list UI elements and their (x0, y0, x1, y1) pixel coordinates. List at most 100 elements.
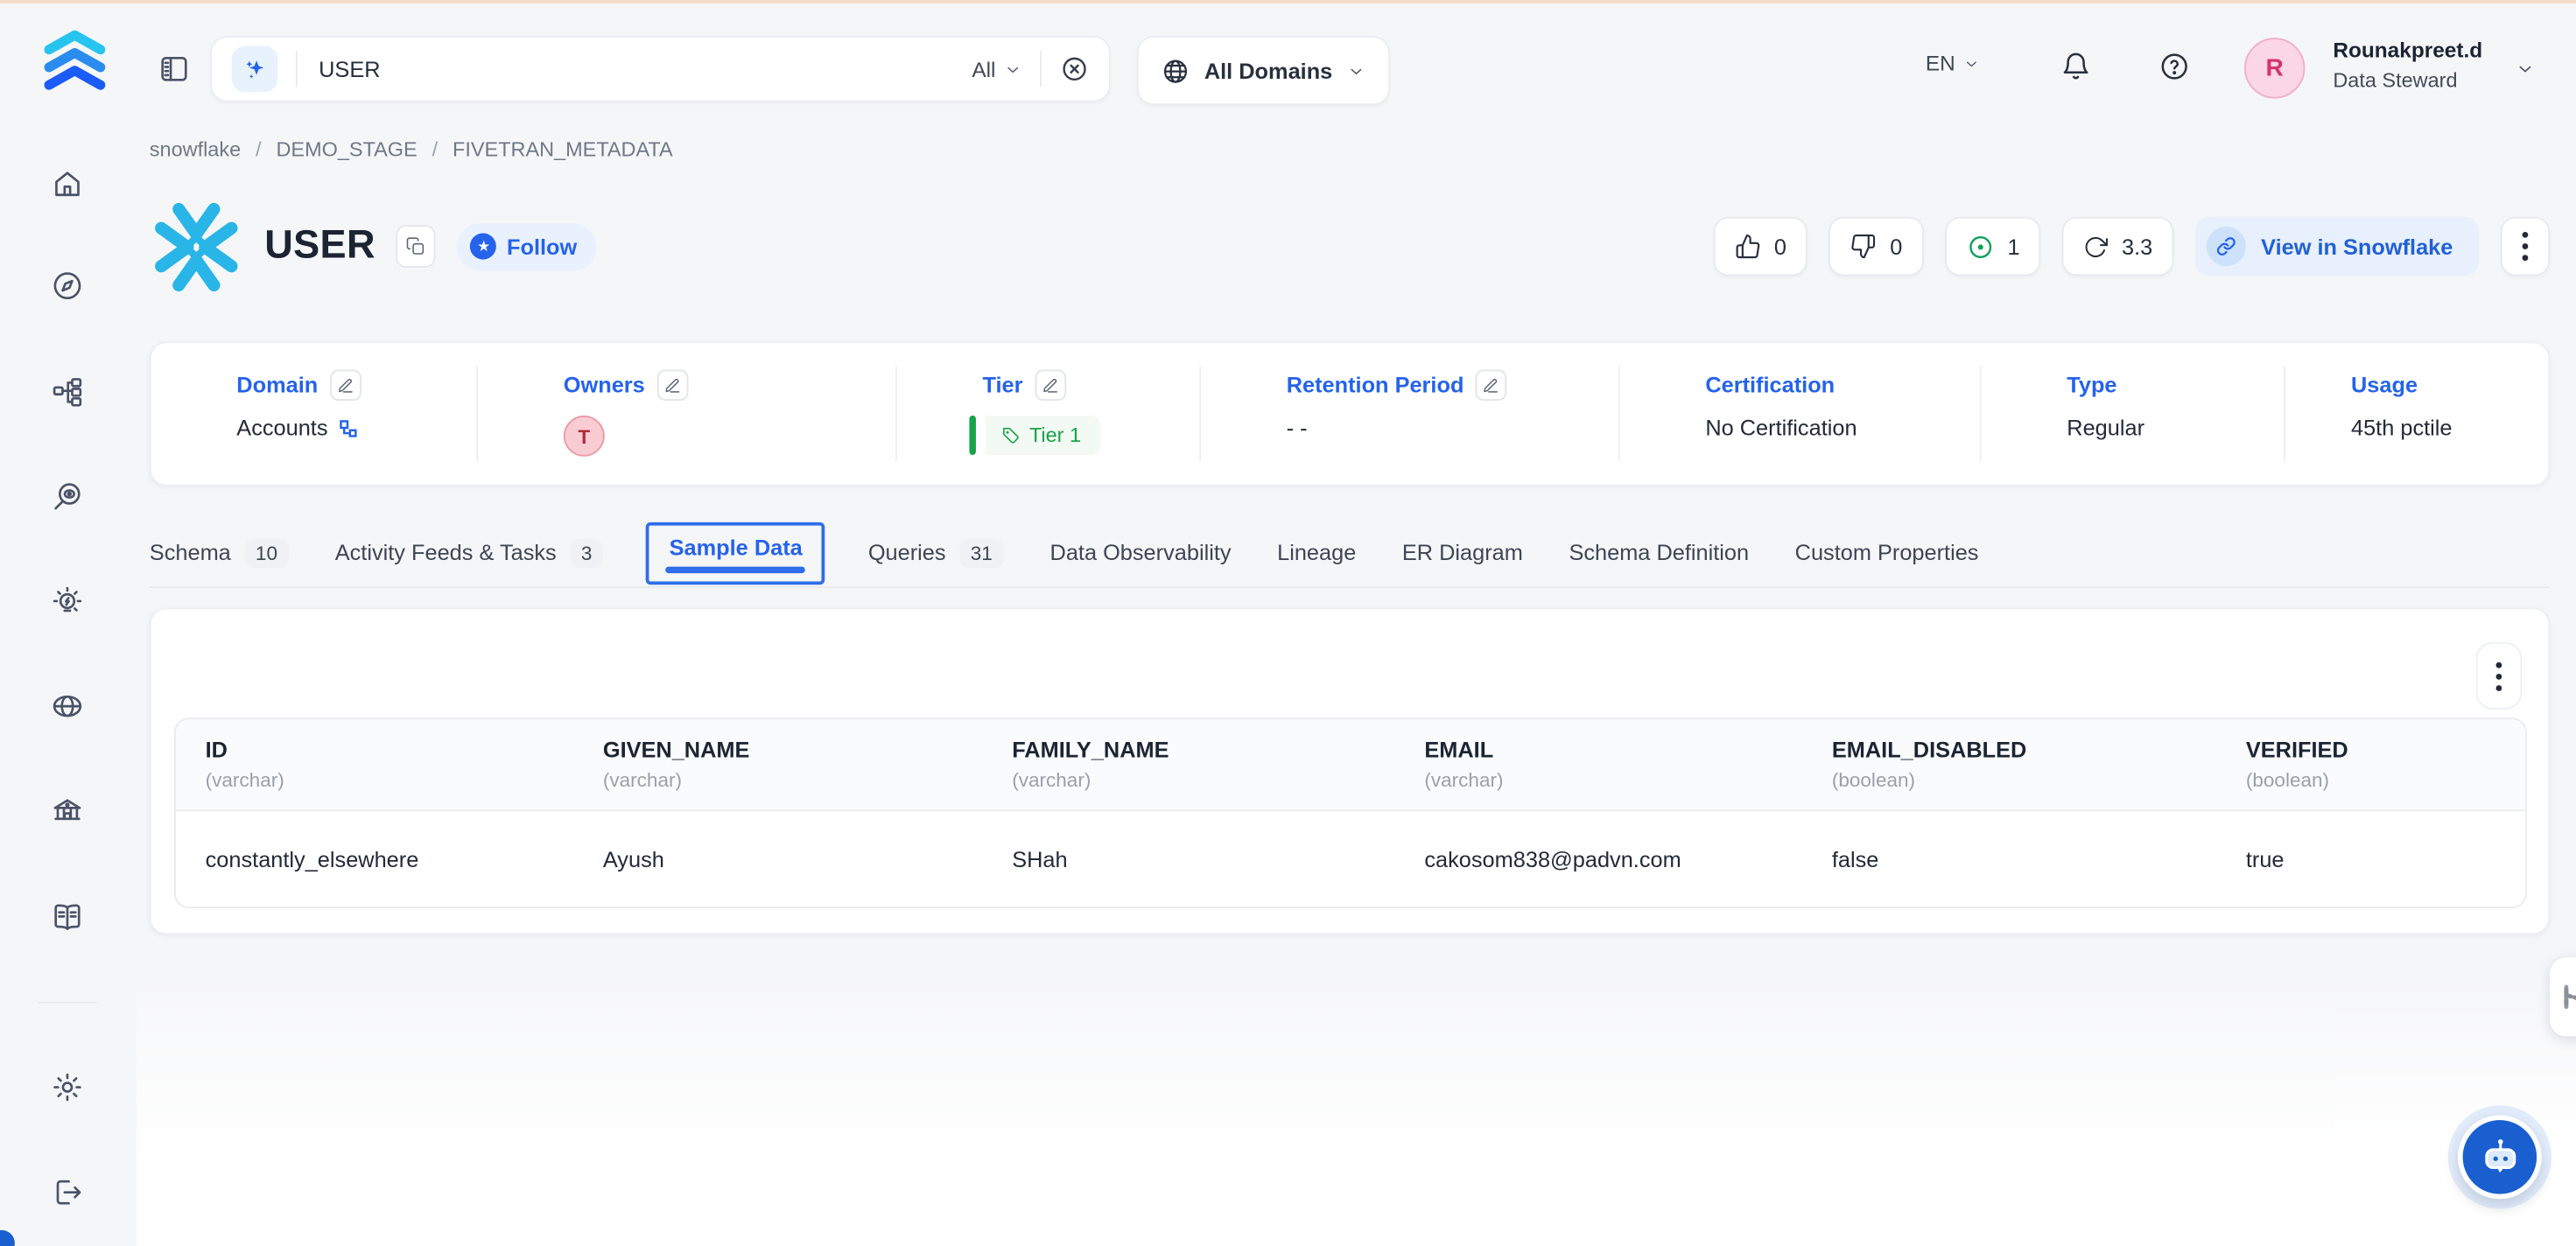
edit-domain-button[interactable] (329, 368, 361, 400)
chevron-down-icon (1963, 55, 1980, 72)
column-header-id[interactable]: ID(varchar) (176, 719, 573, 809)
sidebar-item-profiler[interactable] (51, 480, 84, 513)
sidebar-item-insights[interactable] (51, 584, 84, 618)
chat-assistant-button[interactable] (2458, 1115, 2542, 1199)
tab-queries[interactable]: Queries31 (868, 538, 1004, 568)
atlan-logo[interactable] (36, 26, 113, 108)
sidebar-item-domains[interactable] (51, 690, 84, 723)
column-name: EMAIL (1424, 738, 1802, 762)
search-input[interactable] (315, 55, 972, 83)
column-header-verified[interactable]: VERIFIED(boolean) (2216, 719, 2525, 809)
owner-avatar[interactable]: T (564, 416, 605, 457)
tab-label: Sample Data (670, 535, 803, 559)
usage-label[interactable]: Usage (2351, 372, 2418, 396)
bottom-fade (137, 949, 2576, 1246)
asset-tabs: Schema10 Activity Feeds & Tasks3 Sample … (150, 519, 2550, 588)
home-icon (51, 167, 84, 200)
domain-label[interactable]: Domain (236, 372, 318, 396)
metadata-summary-card: Domain Accounts Owners T Tier Tier 1 Ret… (150, 341, 2550, 486)
notifications-button[interactable] (2060, 51, 2092, 82)
search-scope-select[interactable]: All (972, 57, 1021, 81)
sidebar-item-governance[interactable] (51, 794, 84, 828)
all-domains-button[interactable]: All Domains (1137, 36, 1390, 105)
tab-label: ER Diagram (1402, 541, 1523, 565)
tab-schema-definition[interactable]: Schema Definition (1569, 541, 1749, 565)
sidebar (0, 0, 137, 1246)
refresh-score-button[interactable]: 3.3 (2062, 217, 2173, 276)
tab-activity-feeds-tasks[interactable]: Activity Feeds & Tasks3 (335, 538, 604, 568)
sidebar-item-settings[interactable] (51, 1071, 84, 1104)
search-divider-2 (1040, 51, 1042, 87)
tier-value: Tier 1 (1029, 424, 1081, 446)
asset-more-actions-button[interactable] (2501, 217, 2550, 276)
tab-data-observability[interactable]: Data Observability (1050, 541, 1232, 565)
cell-verified: true (2216, 847, 2525, 872)
usage-value: 45th pctile (2351, 416, 2453, 440)
domain-value[interactable]: Accounts (236, 416, 327, 440)
upvote-button[interactable]: 0 (1713, 217, 1807, 276)
certification-value: No Certification (1705, 416, 1857, 440)
edit-retention-button[interactable] (1476, 368, 1507, 400)
chevron-down-icon (1004, 60, 1022, 79)
edit-owners-button[interactable] (656, 368, 688, 400)
follow-button[interactable]: ★ Follow (458, 222, 597, 270)
search-clear-button[interactable] (1060, 54, 1090, 84)
sidebar-divider (38, 1002, 97, 1004)
column-header-family-name[interactable]: FAMILY_NAME(varchar) (982, 719, 1394, 809)
sample-data-more-button[interactable] (2476, 642, 2523, 710)
language-select[interactable]: EN (1926, 51, 1980, 75)
sidebar-item-discover[interactable] (51, 270, 84, 303)
cell-id: constantly_elsewhere (176, 847, 573, 872)
feedback-widget-button[interactable] (2550, 957, 2576, 1036)
user-avatar[interactable]: R (2244, 38, 2305, 98)
tab-count-badge: 31 (959, 538, 1004, 568)
column-header-given-name[interactable]: GIVEN_NAME(varchar) (573, 719, 982, 809)
user-initial: R (2266, 54, 2284, 82)
breadcrumb-separator: / (432, 138, 439, 161)
tier-label[interactable]: Tier (982, 372, 1022, 396)
tab-er-diagram[interactable]: ER Diagram (1402, 541, 1523, 565)
all-domains-label: All Domains (1204, 59, 1332, 83)
tier-badge[interactable]: Tier 1 (985, 416, 1100, 455)
breadcrumb-database[interactable]: DEMO_STAGE (276, 138, 417, 161)
column-header-email[interactable]: EMAIL (varchar) (1395, 719, 1802, 809)
tab-schema[interactable]: Schema10 (150, 538, 289, 568)
global-search-bar[interactable]: All (210, 36, 1111, 102)
kebab-icon (2522, 232, 2529, 262)
table-row[interactable]: constantly_elsewhere Ayush SHah cakosom8… (176, 811, 2525, 906)
column-type: (varchar) (1012, 768, 1394, 791)
help-button[interactable] (2158, 51, 2190, 82)
certification-label[interactable]: Certification (1705, 372, 1835, 396)
owners-label[interactable]: Owners (564, 372, 645, 396)
retention-label[interactable]: Retention Period (1287, 372, 1464, 396)
user-menu[interactable]: Rounakpreet.d Data Steward (2333, 39, 2482, 91)
sidebar-item-home[interactable] (51, 167, 84, 200)
sidebar-item-glossary[interactable] (51, 900, 84, 934)
tab-lineage[interactable]: Lineage (1277, 541, 1356, 565)
tab-label: Activity Feeds & Tasks (335, 541, 557, 565)
copy-name-button[interactable] (397, 225, 436, 268)
type-label[interactable]: Type (2067, 372, 2116, 396)
breadcrumb-schema[interactable]: FIVETRAN_METADATA (453, 138, 673, 161)
tab-custom-properties[interactable]: Custom Properties (1795, 541, 1979, 565)
atlan-logo-icon (36, 26, 113, 108)
tab-sample-data[interactable]: Sample Data (646, 522, 825, 584)
edit-tier-button[interactable] (1035, 368, 1066, 400)
sidebar-item-products[interactable] (51, 374, 84, 408)
column-name: GIVEN_NAME (603, 738, 983, 762)
downvote-button[interactable]: 0 (1829, 217, 1924, 276)
sidebar-item-logout[interactable] (51, 1176, 84, 1209)
sidebar-toggle-button[interactable] (158, 52, 191, 86)
user-menu-chevron[interactable] (2516, 60, 2536, 80)
watchers-button[interactable]: 1 (1945, 217, 2041, 276)
view-in-snowflake-label: View in Snowflake (2261, 234, 2453, 258)
column-header-email-disabled[interactable]: EMAIL_DISABLED(boolean) (1802, 719, 2216, 809)
breadcrumb-connection[interactable]: snowflake (150, 138, 241, 161)
view-in-snowflake-button[interactable]: View in Snowflake (2195, 217, 2479, 276)
column-type: (varchar) (1424, 768, 1802, 791)
chevron-down-icon (2516, 60, 2536, 80)
robot-icon (2477, 1134, 2523, 1180)
language-value: EN (1926, 51, 1955, 75)
compass-icon (51, 270, 84, 303)
column-type: (boolean) (2246, 768, 2525, 791)
